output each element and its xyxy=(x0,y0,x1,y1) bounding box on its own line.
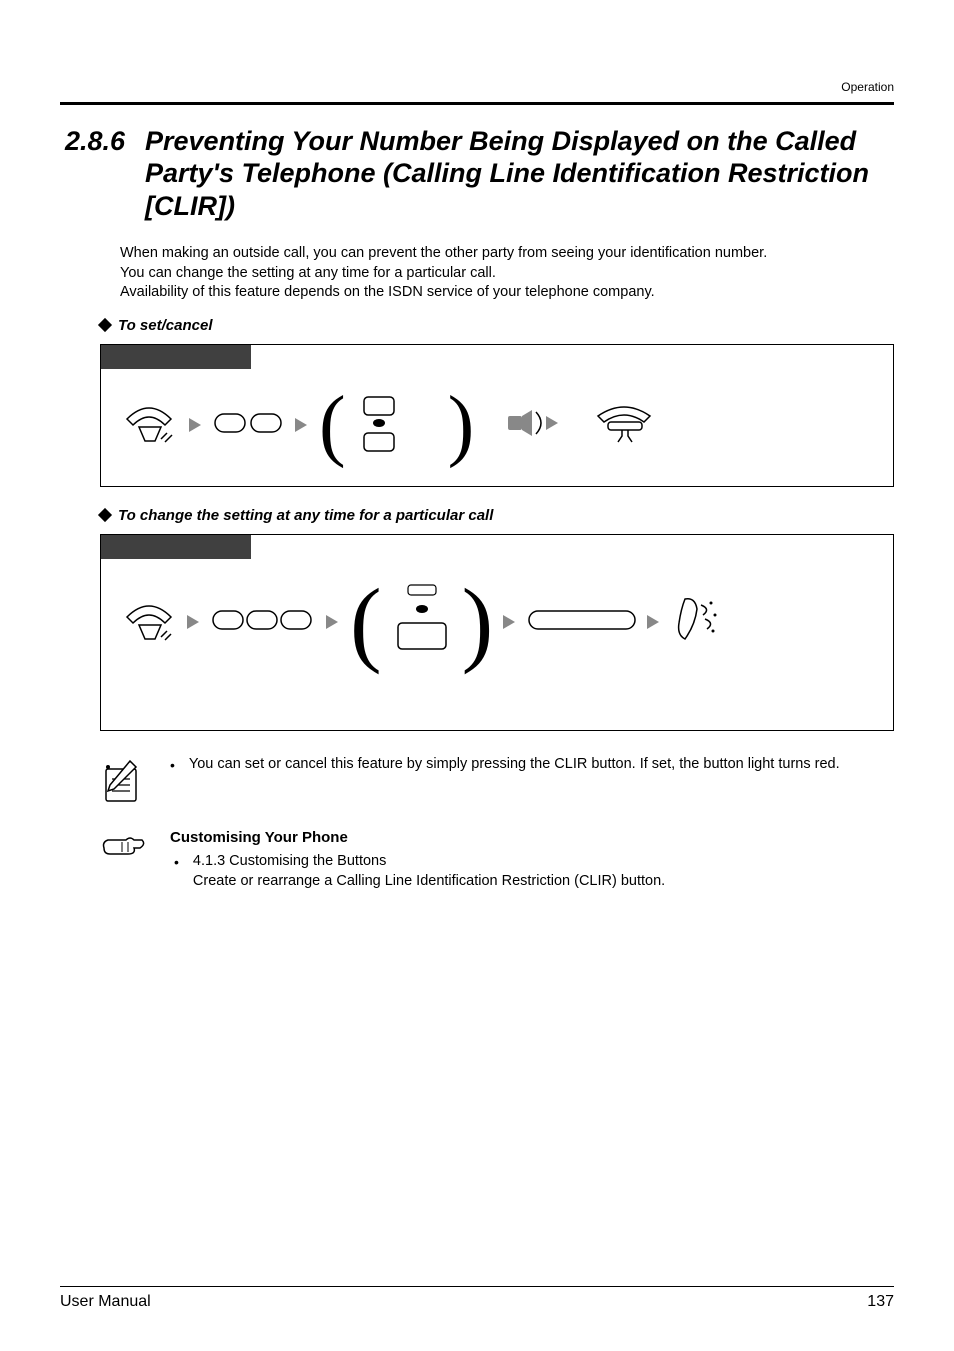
offhook-icon xyxy=(121,597,177,648)
arrow-icon xyxy=(324,613,342,631)
customising-ref: 4.1.3 Customising the Buttons xyxy=(193,853,386,869)
diagram-tab xyxy=(101,535,251,559)
option-group xyxy=(390,583,454,662)
button-key-icon xyxy=(390,583,454,662)
customising-note: Customising Your Phone 4.1.3 Customising… xyxy=(100,828,894,891)
keypad-keys-icon xyxy=(211,605,316,640)
diagram-tab xyxy=(101,345,251,369)
subheader-a-text: To set/cancel xyxy=(118,317,212,334)
subheader-b-text: To change the setting at any time for a … xyxy=(118,507,493,524)
wide-key-icon xyxy=(527,605,637,640)
arrow-icon xyxy=(645,613,663,631)
diagram-change-setting: ( ) xyxy=(100,534,894,731)
header-category: Operation xyxy=(60,80,894,94)
arrow-icon xyxy=(185,613,203,631)
notepad-icon xyxy=(100,755,150,810)
intro-line-2: You can change the setting at any time f… xyxy=(120,265,496,281)
option-group xyxy=(354,393,440,458)
page: Operation 2.8.6 Preventing Your Number B… xyxy=(0,0,954,1351)
customising-title: Customising Your Phone xyxy=(170,828,894,848)
header-rule xyxy=(60,102,894,105)
arrow-icon xyxy=(501,613,519,631)
talk-icon xyxy=(671,595,719,650)
intro-line-3: Availability of this feature depends on … xyxy=(120,284,655,300)
section-number: 2.8.6 xyxy=(60,125,145,222)
footer: User Manual 137 xyxy=(60,1286,894,1311)
footer-rule xyxy=(60,1286,894,1287)
customising-body: Create or rearrange a Calling Line Ident… xyxy=(193,873,665,889)
offhook-icon xyxy=(121,399,179,452)
section-heading: Preventing Your Number Being Displayed o… xyxy=(145,125,894,222)
customising-text: Customising Your Phone 4.1.3 Customising… xyxy=(170,828,894,891)
hand-pointing-icon xyxy=(100,828,150,867)
intro-text: When making an outside call, you can pre… xyxy=(120,244,894,303)
diagram-content-b: ( ) xyxy=(101,559,893,690)
footer-right: 137 xyxy=(867,1293,894,1311)
tip-body: You can set or cancel this feature by si… xyxy=(189,755,840,775)
diagram-content-a: ( ) xyxy=(101,369,893,486)
button-key-icon xyxy=(354,393,404,458)
diagram-set-cancel: ( ) xyxy=(100,344,894,487)
diamond-icon xyxy=(98,318,112,332)
onhook-icon xyxy=(594,402,656,449)
tip-text: You can set or cancel this feature by si… xyxy=(170,755,894,775)
confirmation-tone-icon xyxy=(506,406,562,445)
footer-left: User Manual xyxy=(60,1293,151,1311)
arrow-icon xyxy=(187,416,205,434)
arrow-icon xyxy=(293,416,311,434)
intro-line-1: When making an outside call, you can pre… xyxy=(120,245,767,261)
tip-note: You can set or cancel this feature by si… xyxy=(100,755,894,810)
diamond-icon xyxy=(98,508,112,522)
keypad-keys-icon xyxy=(213,408,285,443)
section-title: 2.8.6 Preventing Your Number Being Displ… xyxy=(60,125,894,222)
subheader-change-setting: To change the setting at any time for a … xyxy=(100,507,894,524)
subheader-set-cancel: To set/cancel xyxy=(100,317,894,334)
